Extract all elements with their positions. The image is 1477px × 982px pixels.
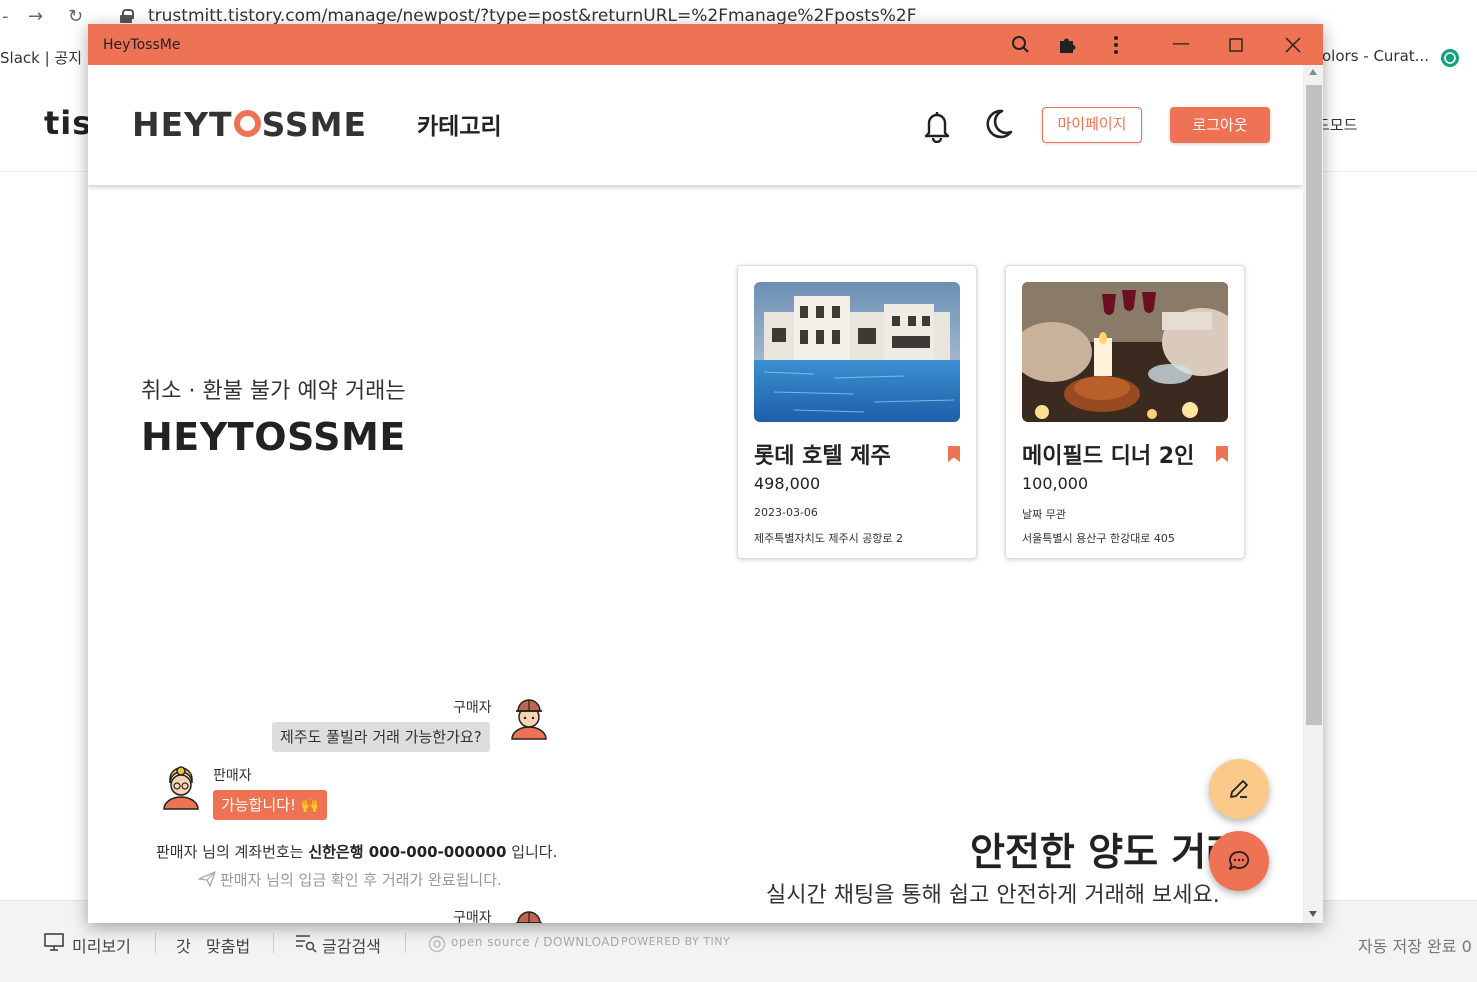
card-date: 날짜 무관 — [1022, 508, 1066, 521]
window-title: HeyTossMe — [103, 37, 181, 53]
card-address: 서울특별시 용산구 한강대로 405 — [1022, 532, 1175, 545]
deposit-confirm-message: 판매자 님의 입금 확인 후 거래가 완료됩니다. — [198, 869, 502, 890]
buyer-avatar-icon — [511, 699, 547, 740]
chat-bubble-icon — [1229, 851, 1250, 870]
category-menu[interactable]: 카테고리 — [417, 107, 502, 141]
account-suffix: 입니다. — [506, 843, 558, 861]
search-button[interactable]: 글감검색 — [322, 933, 381, 957]
spellcheck-icon: 갓 — [176, 937, 191, 956]
open-chat-button[interactable] — [1209, 831, 1269, 891]
safe-transfer-subtitle: 실시간 채팅을 통해 쉽고 안전하게 거래해 보세요. — [766, 883, 1220, 908]
opensource-icon — [428, 935, 446, 953]
card-date: 2023-03-06 — [754, 506, 818, 519]
more-options-icon[interactable] — [1103, 32, 1129, 58]
paper-plane-icon — [198, 871, 216, 887]
search-doc-icon — [296, 935, 317, 953]
account-number-message: 판매자 님의 계좌번호는 신한은행 000-000-000000 입니다. — [156, 841, 557, 862]
zoom-icon[interactable] — [1008, 32, 1034, 58]
lock-icon — [120, 9, 134, 23]
bookmark-icon[interactable] — [1216, 446, 1228, 462]
heytossme-logo[interactable]: HEYT SSME — [132, 105, 367, 144]
buyer-name: 구매자 — [453, 700, 492, 716]
minimize-icon[interactable]: — — [1166, 30, 1196, 58]
card-name: 롯데 호텔 제주 — [754, 444, 891, 469]
logo-o-ring-icon — [233, 110, 261, 137]
card-price: 100,000 — [1022, 474, 1089, 493]
dinner-toast-image — [1022, 282, 1228, 422]
window-titlebar: HeyTossMe — — [88, 24, 1323, 65]
page-viewport: HEYT SSME 카테고리 마이페이지 로그아웃 취소 · 환불 불가 예약 거… — [88, 65, 1303, 923]
forward-arrow-icon[interactable]: → — [28, 6, 43, 27]
seller-message-bubble: 가능합니다! 🙌 — [213, 790, 328, 820]
deposit-confirm-text: 판매자 님의 입금 확인 후 거래가 완료됩니다. — [220, 871, 502, 889]
back-arrow-icon[interactable]: - — [2, 6, 9, 27]
footer-divider — [405, 933, 406, 953]
hotel-pool-image — [754, 282, 960, 422]
bookmark-colors[interactable]: olors - Curat... — [1322, 47, 1429, 65]
bookmark-icon[interactable] — [948, 446, 960, 462]
buyer-avatar-icon — [516, 911, 542, 923]
card-name: 메이필드 디너 2인 — [1022, 444, 1195, 469]
powered-by-tiny: POWERED BY TINY — [621, 935, 731, 948]
opensource-link[interactable]: open source / DOWNLOAD — [451, 935, 620, 949]
buyer-name-repeat: 구매자 — [453, 910, 492, 923]
app-header: HEYT SSME 카테고리 마이페이지 로그아웃 — [88, 65, 1303, 185]
footer-divider — [155, 933, 156, 953]
card-address: 제주특별자치도 제주시 공항로 2 — [754, 532, 904, 545]
extensions-icon[interactable] — [1054, 32, 1080, 58]
dark-mode-moon-icon[interactable] — [980, 107, 1014, 143]
hero-subtitle: 취소 · 환불 불가 예약 거래는 — [141, 379, 406, 404]
scroll-up-arrow-icon[interactable] — [1309, 69, 1317, 75]
logo-text-left: HEYT — [132, 105, 233, 144]
logout-button[interactable]: 로그아웃 — [1170, 107, 1270, 143]
buyer-message-bubble: 제주도 풀빌라 거래 가능한가요? — [272, 722, 490, 752]
bookmark-slack[interactable]: Slack | 공지 — [0, 47, 82, 68]
write-post-button[interactable] — [1209, 759, 1269, 819]
account-bank-number: 신한은행 000-000-000000 — [308, 843, 507, 861]
vertical-scrollbar[interactable] — [1303, 65, 1323, 923]
pencil-icon — [1230, 780, 1248, 798]
hero-title: HEYTOSSME — [141, 415, 406, 459]
logo-text-right: SSME — [261, 105, 368, 144]
preview-button[interactable]: 미리보기 — [72, 933, 131, 957]
app-window: HeyTossMe — HEYT SSME 카테고리 마이페이지 로그아웃 취소… — [88, 24, 1323, 923]
footer-divider — [273, 933, 274, 953]
card-price: 498,000 — [754, 474, 821, 493]
account-prefix: 판매자 님의 계좌번호는 — [156, 843, 309, 861]
monitor-icon — [44, 933, 64, 951]
scroll-down-arrow-icon[interactable] — [1309, 911, 1317, 917]
scrollbar-thumb[interactable] — [1306, 85, 1322, 725]
seller-name: 판매자 — [213, 768, 252, 784]
safe-transfer-title: 안전한 양도 거래 — [970, 830, 1242, 874]
autosave-status: 자동 저장 완료 0 — [1358, 937, 1472, 956]
chatgpt-icon[interactable] — [1440, 48, 1460, 68]
bell-icon[interactable] — [920, 107, 954, 143]
listing-card[interactable]: 메이필드 디너 2인 100,000 날짜 무관 서울특별시 용산구 한강대로 … — [1005, 265, 1245, 559]
maximize-icon[interactable] — [1223, 32, 1249, 58]
reload-icon[interactable]: ↻ — [68, 6, 83, 27]
close-icon[interactable] — [1280, 32, 1306, 58]
spellcheck-button[interactable]: 맞춤법 — [206, 933, 250, 957]
seller-avatar-icon — [163, 766, 199, 810]
listing-card[interactable]: 롯데 호텔 제주 498,000 2023-03-06 제주특별자치도 제주시 … — [737, 265, 977, 559]
background-url[interactable]: trustmitt.tistory.com/manage/newpost/?ty… — [148, 6, 916, 26]
mypage-button[interactable]: 마이페이지 — [1042, 107, 1142, 143]
